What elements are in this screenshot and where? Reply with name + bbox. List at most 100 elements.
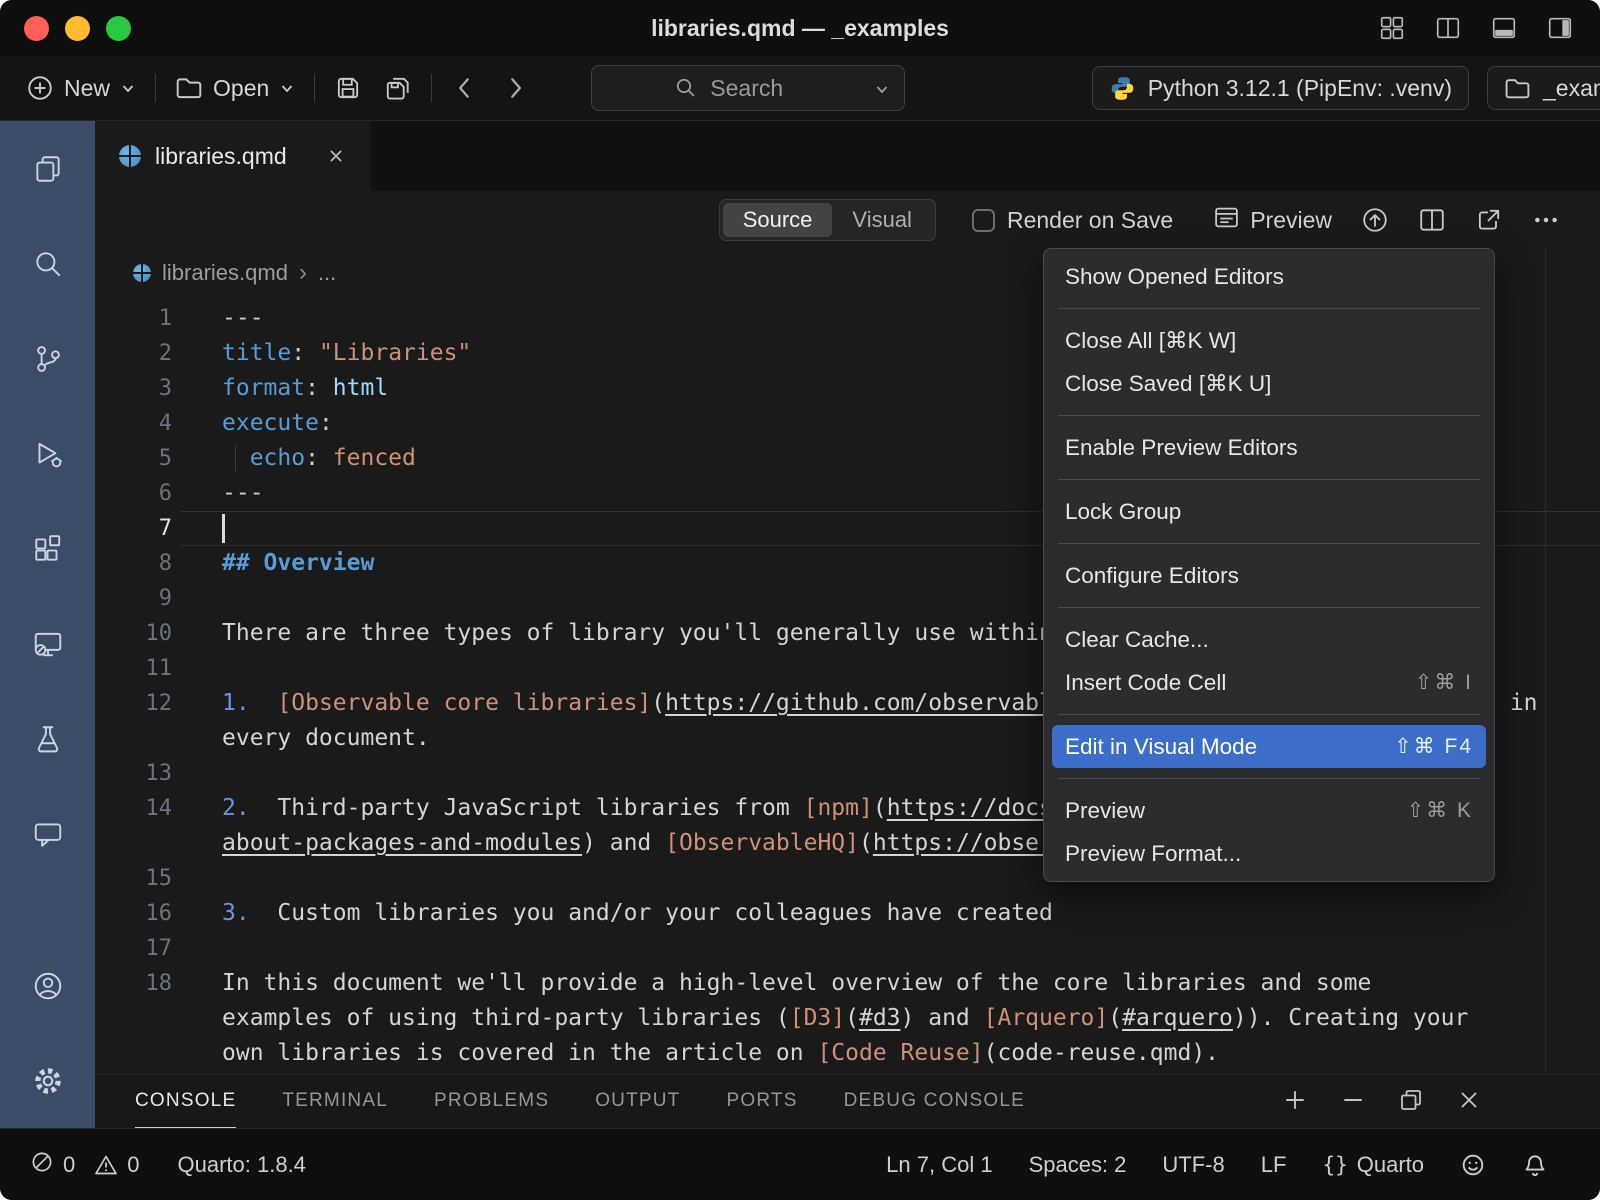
panel-minimize-icon[interactable] — [1340, 1087, 1366, 1118]
menu-item-close-all-k-w[interactable]: Close All [⌘K W] — [1052, 319, 1486, 362]
plus-circle-icon — [26, 74, 54, 102]
sidebar-item-remote-explorer[interactable] — [0, 596, 95, 691]
menu-item-preview[interactable]: Preview⇧⌘ K — [1052, 789, 1486, 832]
menu-item-shortcut: ⇧⌘ F4 — [1394, 734, 1473, 759]
source-mode-button[interactable]: Source — [723, 203, 833, 237]
menu-item-preview-format[interactable]: Preview Format... — [1052, 832, 1486, 875]
line-number — [95, 1001, 172, 1036]
notifications-bell-icon[interactable] — [1522, 1152, 1548, 1178]
warning-icon — [94, 1153, 118, 1177]
menu-item-insert-code-cell[interactable]: Insert Code Cell⇧⌘ I — [1052, 661, 1486, 704]
problems-status[interactable]: 0 0 — [30, 1150, 140, 1180]
toggle-panel-icon[interactable] — [1490, 14, 1518, 42]
menu-separator — [1058, 607, 1480, 608]
feedback-smiley-icon[interactable] — [1460, 1152, 1486, 1178]
sidebar-item-testing[interactable] — [0, 691, 95, 786]
sidebar-item-settings[interactable] — [0, 1033, 95, 1128]
preview-icon — [1213, 204, 1240, 237]
line-content: There are three types of library you'll … — [222, 616, 1164, 651]
spaces-label: Spaces: 2 — [1029, 1152, 1127, 1178]
code-line[interactable]: 17 — [95, 931, 1600, 966]
panel-tab-problems[interactable]: PROBLEMS — [434, 1075, 549, 1129]
sidebar-item-search[interactable] — [0, 216, 95, 311]
sidebar-item-chat[interactable] — [0, 786, 95, 881]
cursor-position-status[interactable]: Ln 7, Col 1 — [886, 1152, 992, 1178]
breadcrumb-symbol[interactable]: ... — [318, 260, 336, 286]
line-number: 6 — [95, 476, 172, 511]
language-mode-status[interactable]: {} Quarto — [1322, 1152, 1424, 1178]
sidebar-item-source-control[interactable] — [0, 311, 95, 406]
explorer-icon — [32, 153, 64, 185]
menu-item-enable-preview-editors[interactable]: Enable Preview Editors — [1052, 426, 1486, 469]
window-title: libraries.qmd — _examples — [651, 15, 949, 42]
editor-action-bar: Source Visual Render on Save Preview — [95, 191, 1600, 249]
panel-add-icon[interactable] — [1282, 1087, 1308, 1118]
eol-status[interactable]: LF — [1261, 1152, 1287, 1178]
close-tab-icon[interactable] — [325, 145, 347, 167]
navigate-back-icon[interactable] — [451, 74, 479, 102]
panel-close-icon[interactable] — [1456, 1087, 1482, 1118]
menu-item-edit-in-visual-mode[interactable]: Edit in Visual Mode⇧⌘ F4 — [1052, 725, 1486, 768]
new-button[interactable]: New — [26, 74, 136, 102]
source-visual-toggle: Source Visual — [719, 199, 936, 241]
panel-restore-icon[interactable] — [1398, 1087, 1424, 1118]
panel-tab-console[interactable]: CONSOLE — [135, 1075, 236, 1129]
sidebar-item-extensions[interactable] — [0, 501, 95, 596]
code-line[interactable]: examples of using third-party libraries … — [95, 1001, 1600, 1036]
workspace-button[interactable]: _examples — [1487, 66, 1600, 110]
open-in-new-window-icon[interactable] — [1475, 206, 1503, 234]
chevron-down-icon — [279, 80, 295, 96]
sidebar-item-run-debug[interactable] — [0, 406, 95, 501]
panel-tab-debug-console[interactable]: DEBUG CONSOLE — [844, 1075, 1025, 1129]
more-actions-icon[interactable] — [1532, 206, 1560, 234]
panel-tab-output[interactable]: OUTPUT — [595, 1075, 680, 1129]
tab-libraries-qmd[interactable]: libraries.qmd — [95, 121, 371, 191]
breadcrumb-file[interactable]: libraries.qmd — [162, 260, 288, 286]
panel-tab-ports[interactable]: PORTS — [727, 1075, 798, 1129]
menu-item-close-saved-k-u[interactable]: Close Saved [⌘K U] — [1052, 362, 1486, 405]
menu-item-configure-editors[interactable]: Configure Editors — [1052, 554, 1486, 597]
menu-item-clear-cache[interactable]: Clear Cache... — [1052, 618, 1486, 661]
search-input[interactable] — [591, 65, 905, 111]
code-line[interactable]: 18In this document we'll provide a high-… — [95, 966, 1600, 1001]
visual-mode-button[interactable]: Visual — [832, 203, 932, 237]
interpreter-selector[interactable]: Python 3.12.1 (PipEnv: .venv) — [1092, 66, 1469, 110]
python-logo-icon — [1109, 75, 1136, 102]
search-field[interactable] — [708, 74, 822, 103]
line-content: execute: — [222, 406, 333, 441]
menu-item-show-opened-editors[interactable]: Show Opened Editors — [1052, 255, 1486, 298]
menu-item-lock-group[interactable]: Lock Group — [1052, 490, 1486, 533]
code-line[interactable]: 163. Custom libraries you and/or your co… — [95, 896, 1600, 931]
publish-icon[interactable] — [1361, 206, 1389, 234]
render-on-save-checkbox[interactable] — [972, 209, 995, 232]
customize-layout-icon[interactable] — [1378, 14, 1406, 42]
activity-bar — [0, 121, 95, 1128]
preview-button[interactable]: Preview — [1213, 204, 1332, 237]
menu-item-shortcut: ⇧⌘ K — [1407, 798, 1473, 823]
chevron-down-icon[interactable] — [874, 81, 890, 102]
menu-item-label: Insert Code Cell — [1065, 670, 1415, 696]
split-editor-icon[interactable] — [1418, 206, 1446, 234]
encoding-status[interactable]: UTF-8 — [1162, 1152, 1224, 1178]
save-icon[interactable] — [334, 74, 362, 102]
toggle-secondary-sidebar-icon[interactable] — [1546, 14, 1574, 42]
remote-explorer-icon — [32, 628, 64, 660]
panel-tab-terminal[interactable]: TERMINAL — [282, 1075, 388, 1129]
error-icon — [30, 1150, 54, 1180]
line-number: 4 — [95, 406, 172, 441]
quarto-version-status[interactable]: Quarto: 1.8.4 — [178, 1152, 306, 1178]
indentation-status[interactable]: Spaces: 2 — [1029, 1152, 1127, 1178]
sidebar-item-explorer[interactable] — [0, 121, 95, 216]
close-window-button[interactable] — [24, 16, 49, 41]
minimize-window-button[interactable] — [65, 16, 90, 41]
zoom-window-button[interactable] — [106, 16, 131, 41]
line-number: 11 — [95, 651, 172, 686]
line-number: 2 — [95, 336, 172, 371]
open-button[interactable]: Open — [175, 74, 295, 102]
code-line[interactable]: own libraries is covered in the article … — [95, 1036, 1600, 1071]
line-number — [95, 721, 172, 756]
sidebar-item-account[interactable] — [0, 938, 95, 1033]
save-all-icon[interactable] — [384, 74, 412, 102]
navigate-forward-icon[interactable] — [501, 74, 529, 102]
split-columns-icon[interactable] — [1434, 14, 1462, 42]
